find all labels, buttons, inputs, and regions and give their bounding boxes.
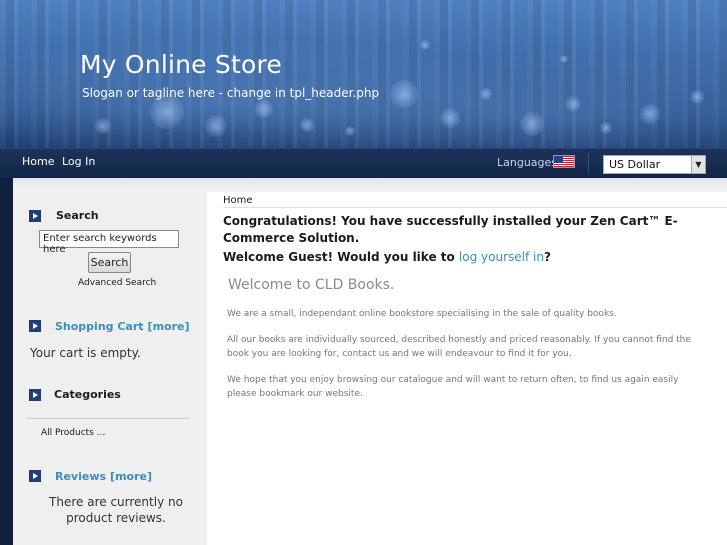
play-arrow-icon <box>29 470 41 482</box>
welcome-suffix: ? <box>543 250 551 264</box>
us-flag-icon[interactable] <box>553 155 575 168</box>
breadcrumb-divider <box>223 207 727 208</box>
search-input[interactable]: Enter search keywords here <box>39 230 179 255</box>
nav-login-link[interactable]: Log In <box>62 155 95 168</box>
currency-selected-value: US Dollar <box>609 158 661 171</box>
site-title[interactable]: My Online Store <box>80 50 282 79</box>
advanced-search-link[interactable]: Advanced Search <box>78 278 156 288</box>
reviews-more-link[interactable]: [more] <box>110 470 152 483</box>
intro-paragraph-1: We are a small, independant online books… <box>227 309 617 319</box>
languages-label: Languages <box>497 156 558 169</box>
search-box-heading: Search <box>56 209 99 222</box>
chevron-down-icon[interactable]: ▼ <box>691 156 705 173</box>
play-arrow-icon <box>29 389 41 401</box>
welcome-heading: Welcome to CLD Books. <box>228 277 395 293</box>
page-left-margin <box>0 178 13 545</box>
welcome-guest-message: Welcome Guest! Would you like to log you… <box>223 250 551 264</box>
nav-home-link[interactable]: Home <box>22 155 54 168</box>
categories-divider <box>27 418 189 419</box>
currency-select[interactable]: US Dollar ▼ <box>603 155 706 174</box>
play-arrow-icon <box>29 320 41 332</box>
intro-paragraph-3: We hope that you enjoy browsing our cata… <box>227 375 679 399</box>
reviews-link[interactable]: Reviews <box>55 470 106 483</box>
play-arrow-icon <box>29 210 41 222</box>
welcome-prefix: Welcome Guest! Would you like to <box>223 250 459 264</box>
cart-empty-message: Your cart is empty. <box>30 346 141 360</box>
intro-paragraph-2: All our books are individually sourced, … <box>227 335 691 359</box>
categories-heading: Categories <box>54 388 121 401</box>
shopping-cart-more-link[interactable]: [more] <box>148 320 190 333</box>
site-tagline: Slogan or tagline here - change in tpl_h… <box>82 86 380 100</box>
category-all-products-link[interactable]: All Products ... <box>41 428 105 438</box>
content-top-strip <box>13 178 727 192</box>
reviews-empty-message: There are currently no product reviews. <box>49 495 183 525</box>
shopping-cart-heading[interactable]: Shopping Cart [more] <box>55 320 190 333</box>
breadcrumb[interactable]: Home <box>223 195 253 206</box>
install-congrats-message: Congratulations! You have successfully i… <box>223 214 678 245</box>
nav-divider <box>588 153 589 173</box>
reviews-heading[interactable]: Reviews [more] <box>55 470 152 483</box>
login-link[interactable]: log yourself in <box>459 250 544 264</box>
site-header: My Online Store Slogan or tagline here -… <box>0 0 727 148</box>
shopping-cart-link[interactable]: Shopping Cart <box>55 320 144 333</box>
search-button[interactable]: Search <box>88 252 131 273</box>
